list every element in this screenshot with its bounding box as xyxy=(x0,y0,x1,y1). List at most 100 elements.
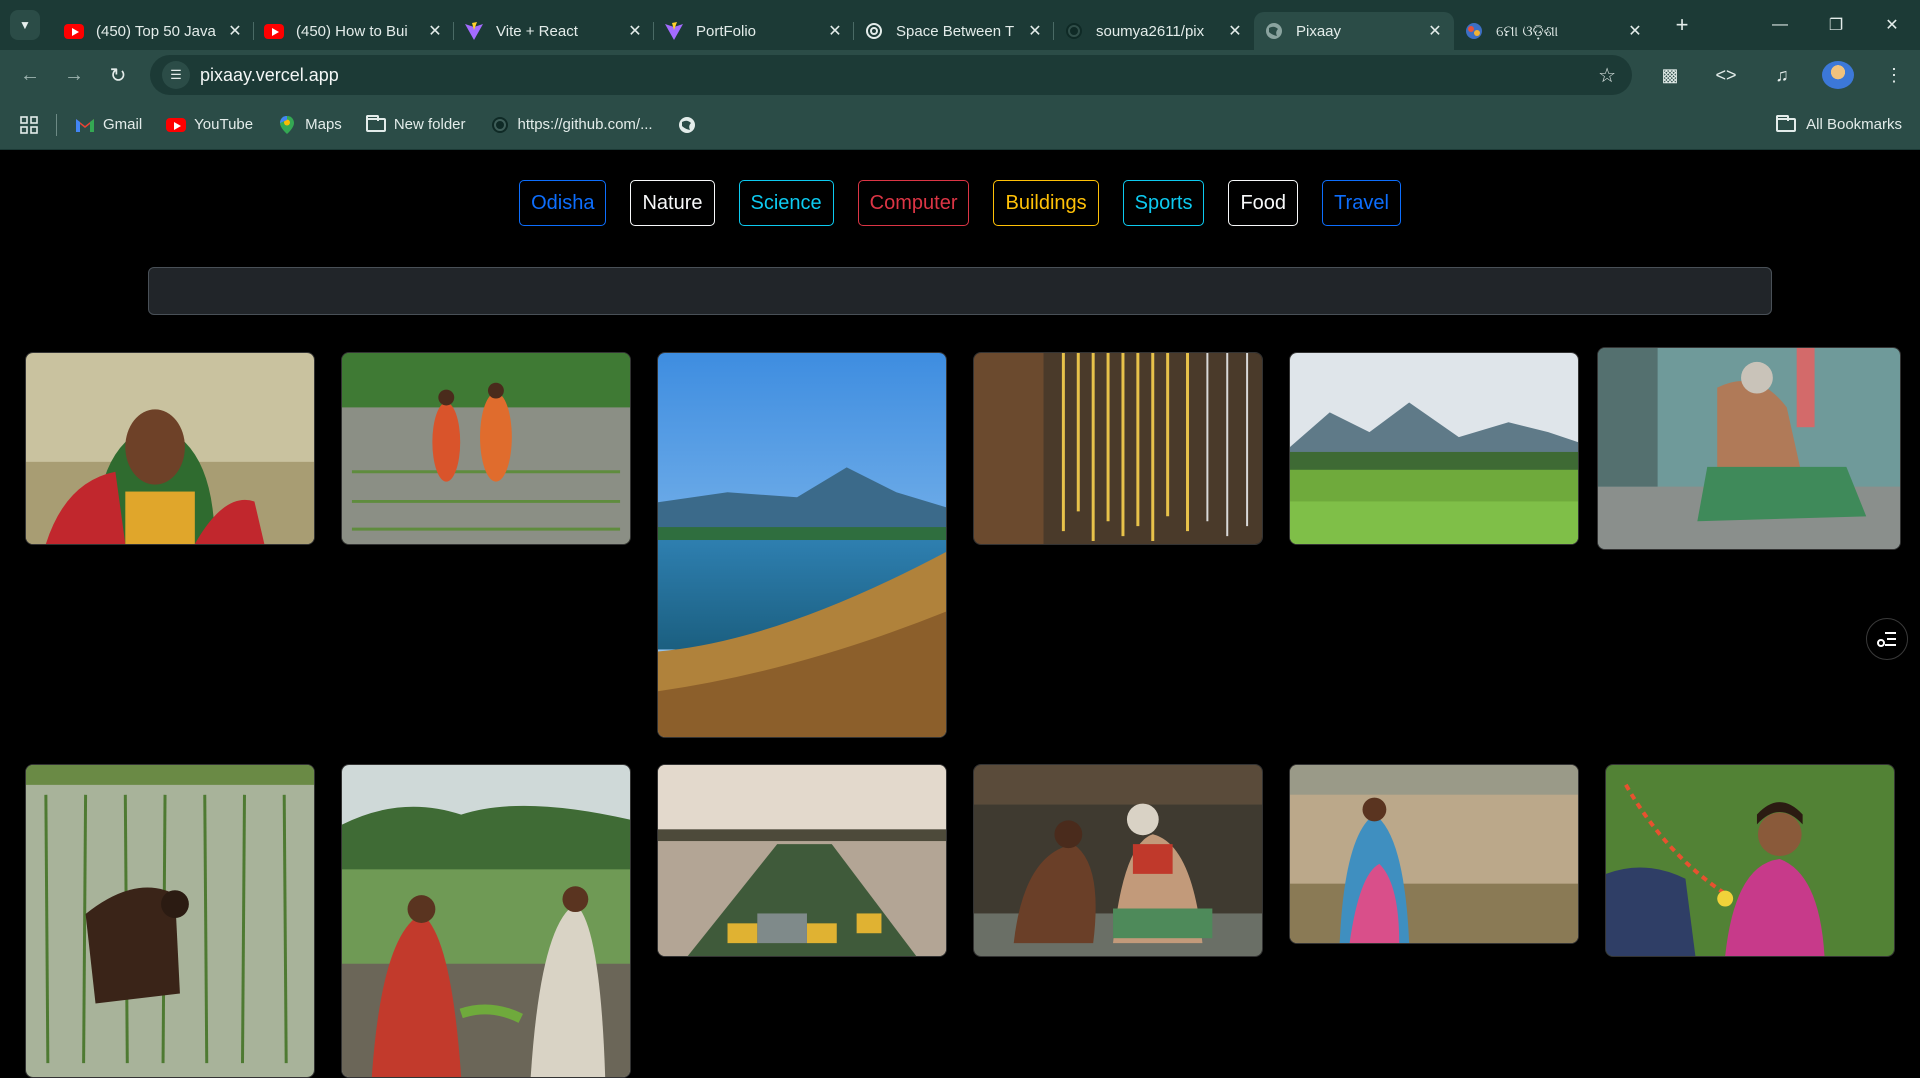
close-icon[interactable]: ✕ xyxy=(1626,21,1644,41)
youtube-icon xyxy=(264,21,284,41)
forward-icon[interactable]: → xyxy=(58,59,90,91)
profile-avatar[interactable] xyxy=(1822,61,1854,89)
bookmark-label: New folder xyxy=(393,116,466,133)
tab-title: (450) How to Bui xyxy=(296,22,408,40)
bookmark-youtube[interactable]: YouTube xyxy=(166,115,253,135)
minimize-icon[interactable]: — xyxy=(1752,0,1808,50)
tab-space-between[interactable]: Space Between T ✕ xyxy=(854,12,1054,50)
chevron-down-icon: ▼ xyxy=(19,18,31,32)
photo-green-fields-mountains[interactable] xyxy=(1289,352,1579,545)
tab-pixaay[interactable]: Pixaay ✕ xyxy=(1254,12,1454,50)
site-settings-icon[interactable]: ☰ xyxy=(162,61,190,89)
bookmark-maps[interactable]: Maps xyxy=(277,115,342,135)
github-icon xyxy=(1064,21,1084,41)
category-science[interactable]: Science xyxy=(738,180,834,226)
browser-toolbar: ← → ↻ ☰ pixaay.vercel.app ☆ ▩ <> ♫ ⋮ xyxy=(0,50,1920,100)
tab-title: ମୋ ଓଡ଼ିଶା xyxy=(1496,22,1559,40)
photo-woman-in-field[interactable] xyxy=(1289,764,1579,944)
bookmark-new-folder[interactable]: New folder xyxy=(365,114,466,135)
bookmark-label: https://github.com/... xyxy=(517,116,653,133)
maps-icon xyxy=(277,115,297,135)
bookmark-label: Maps xyxy=(305,116,342,133)
media-controls-icon[interactable]: ♫ xyxy=(1766,65,1798,86)
more-menu-icon[interactable]: ⋮ xyxy=(1878,65,1910,86)
tab-search-button[interactable]: ▼ xyxy=(10,10,40,40)
tab-vite-react[interactable]: Vite + React ✕ xyxy=(454,12,654,50)
apps-grid-icon[interactable] xyxy=(20,115,38,134)
address-bar[interactable]: ☰ pixaay.vercel.app ☆ xyxy=(150,55,1632,95)
close-icon[interactable]: ✕ xyxy=(826,21,844,41)
close-icon[interactable]: ✕ xyxy=(226,21,244,41)
tab-youtube-java[interactable]: (450) Top 50 Java ✕ xyxy=(54,12,254,50)
bookmark-label: YouTube xyxy=(194,116,254,133)
bookmark-globe[interactable] xyxy=(677,115,705,135)
close-icon[interactable]: ✕ xyxy=(1426,21,1444,41)
pixaay-page: Odisha Nature Science Computer Buildings… xyxy=(0,150,1920,1078)
toolbar-actions: ▩ <> ♫ ⋮ xyxy=(1654,50,1910,100)
folder-icon xyxy=(1776,114,1797,132)
category-nature[interactable]: Nature xyxy=(630,180,715,226)
vite-icon xyxy=(464,21,484,41)
back-icon[interactable]: ← xyxy=(14,59,46,91)
photo-old-man-craftsman[interactable] xyxy=(1597,347,1901,550)
category-computer[interactable]: Computer xyxy=(857,180,970,226)
bookmark-gmail[interactable]: Gmail xyxy=(75,115,142,135)
reload-icon[interactable]: ↻ xyxy=(102,59,134,91)
close-icon[interactable]: ✕ xyxy=(1226,21,1244,41)
folder-icon xyxy=(365,114,386,135)
photo-wooden-boat-river[interactable] xyxy=(657,764,947,957)
photo-lake-and-hills[interactable] xyxy=(657,352,947,738)
tab-portfolio[interactable]: PortFolio ✕ xyxy=(654,12,854,50)
github-icon xyxy=(490,115,510,135)
tab-youtube-build[interactable]: (450) How to Bui ✕ xyxy=(254,12,454,50)
photo-women-planting-rice[interactable] xyxy=(341,352,631,545)
vite-icon xyxy=(664,21,684,41)
tab-list: (450) Top 50 Java ✕ (450) How to Bui ✕ V… xyxy=(54,0,1654,50)
bookmark-github[interactable]: https://github.com/... xyxy=(490,115,653,135)
browser-tab-strip: ▼ (450) Top 50 Java ✕ (450) How to Bui ✕… xyxy=(0,0,1920,50)
category-buildings[interactable]: Buildings xyxy=(993,180,1099,226)
extensions-icon[interactable]: ▩ xyxy=(1654,65,1686,86)
bookmark-star-icon[interactable]: ☆ xyxy=(1598,63,1616,88)
category-bar: Odisha Nature Science Computer Buildings… xyxy=(0,180,1920,226)
close-icon[interactable]: ✕ xyxy=(1026,21,1044,41)
restore-icon[interactable]: ❐ xyxy=(1808,0,1864,50)
photo-woman-in-saree-smiling[interactable] xyxy=(25,352,315,545)
window-controls: — ❐ ✕ xyxy=(1752,0,1920,50)
photo-man-in-rice-paddy[interactable] xyxy=(25,764,315,1078)
category-sports[interactable]: Sports xyxy=(1122,180,1205,226)
openai-icon xyxy=(864,21,884,41)
bookmarks-divider xyxy=(56,113,57,136)
category-odisha[interactable]: Odisha xyxy=(519,180,607,226)
tab-mo-odisha[interactable]: ମୋ ଓଡ଼ିଶା ✕ xyxy=(1454,12,1654,50)
tab-title: (450) Top 50 Java xyxy=(96,22,216,40)
search-input[interactable] xyxy=(148,267,1772,315)
category-food[interactable]: Food xyxy=(1228,180,1299,226)
filter-icon xyxy=(1877,632,1896,647)
category-travel[interactable]: Travel xyxy=(1322,180,1401,226)
photo-women-with-rice-seedlings[interactable] xyxy=(341,764,631,1078)
youtube-icon xyxy=(166,115,187,135)
tab-title: soumya2611/pix xyxy=(1096,22,1205,40)
globe-icon xyxy=(1264,21,1284,41)
tab-github[interactable]: soumya2611/pix ✕ xyxy=(1054,12,1254,50)
url-text[interactable]: pixaay.vercel.app xyxy=(200,65,339,86)
gmail-icon xyxy=(75,115,95,135)
filter-settings-button[interactable] xyxy=(1866,618,1908,660)
photo-barber-shaving-man[interactable] xyxy=(973,764,1263,957)
bookmark-label: Gmail xyxy=(103,116,143,133)
all-bookmarks-button[interactable]: All Bookmarks xyxy=(1776,114,1902,133)
close-icon[interactable]: ✕ xyxy=(626,21,644,41)
close-window-icon[interactable]: ✕ xyxy=(1864,0,1920,50)
tab-title: Space Between T xyxy=(896,22,1015,40)
close-icon[interactable]: ✕ xyxy=(426,21,444,41)
devtools-code-icon[interactable]: <> xyxy=(1710,65,1742,86)
globe-icon xyxy=(677,115,697,135)
photo-girl-playing-holi[interactable] xyxy=(1605,764,1895,957)
new-tab-button[interactable]: + xyxy=(1668,12,1696,38)
all-bookmarks-label: All Bookmarks xyxy=(1806,116,1902,133)
youtube-icon xyxy=(64,21,84,41)
photo-gold-jewellery[interactable] xyxy=(973,352,1263,545)
bookmarks-bar: Gmail YouTube Maps New folder https://gi… xyxy=(0,100,1920,150)
odisha-icon xyxy=(1464,21,1484,41)
